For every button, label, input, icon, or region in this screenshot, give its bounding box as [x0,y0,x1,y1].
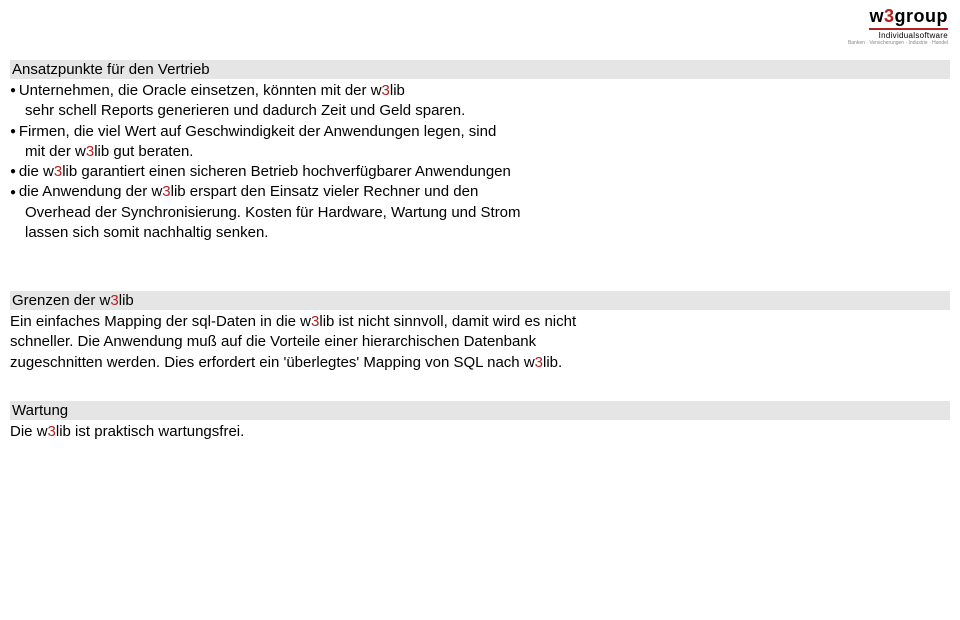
document-content: Ansatzpunkte für den Vertrieb Unternehme… [10,60,950,470]
w3lib-brand: w3lib [300,313,334,330]
w3lib-brand: w3lib [37,423,71,440]
text: Grenzen der [12,292,100,309]
logo-subtitle: Individualsoftware [848,31,948,40]
text: garantiert einen sicheren Betrieb hochve… [77,163,511,180]
text: die Anwendung der [19,183,152,200]
text: Unternehmen, die Oracle einsetzen, könnt… [19,82,371,99]
bullet-3: die w3lib garantiert einen sicheren Betr… [10,162,950,182]
bullet-4-cont2: lassen sich somit nachhaltig senken. [10,223,950,243]
text: mit der [25,143,75,160]
text: . [558,354,562,371]
text: zugeschnitten werden. Dies erfordert ein… [10,354,524,371]
paragraph-grenzen-2: schneller. Die Anwendung muß auf die Vor… [10,332,950,352]
w3lib-brand: w3lib [100,292,134,309]
bullet-1-cont: sehr schell Reports generieren und dadur… [10,101,950,121]
bullet-4: die Anwendung der w3lib erspart den Eins… [10,182,950,202]
text: gut beraten. [109,143,193,160]
logo-group: group [895,6,949,26]
brand-logo: w3group Individualsoftware Banken · Vers… [848,6,948,46]
logo-3: 3 [884,6,895,26]
w3lib-brand: w3lib [151,183,185,200]
bullet-4-cont1: Overhead der Synchronisierung. Kosten fü… [10,203,950,223]
section-grenzen: Grenzen der w3lib Ein einfaches Mapping … [10,291,950,373]
logo-w: w [869,6,884,26]
text: Die [10,423,37,440]
bullet-2-cont: mit der w3lib gut beraten. [10,142,950,162]
logo-tagline: Banken · Versicherungen · Industrie · Ha… [848,40,948,46]
section-wartung: Wartung Die w3lib ist praktisch wartungs… [10,401,950,442]
bullet-2: Firmen, die viel Wert auf Geschwindigkei… [10,122,950,142]
w3lib-brand: w3lib [75,143,109,160]
w3lib-brand: w3lib [524,354,558,371]
logo-main: w3group [869,6,948,30]
text: erspart den Einsatz vieler Rechner und d… [186,183,479,200]
bullet-1: Unternehmen, die Oracle einsetzen, könnt… [10,81,950,101]
heading-grenzen: Grenzen der w3lib [10,291,950,310]
w3lib-brand: w3lib [371,82,405,99]
heading-ansatzpunkte: Ansatzpunkte für den Vertrieb [10,60,950,79]
w3lib-brand: w3lib [43,163,77,180]
section-ansatzpunkte: Ansatzpunkte für den Vertrieb Unternehme… [10,60,950,243]
paragraph-grenzen-1: Ein einfaches Mapping der sql-Daten in d… [10,312,950,332]
paragraph-wartung: Die w3lib ist praktisch wartungsfrei. [10,422,950,442]
text: Ein einfaches Mapping der sql-Daten in d… [10,313,300,330]
text: ist praktisch wartungsfrei. [71,423,244,440]
paragraph-grenzen-3: zugeschnitten werden. Dies erfordert ein… [10,353,950,373]
text: Firmen, die viel Wert auf Geschwindigkei… [19,123,497,140]
text: die [19,163,43,180]
heading-wartung: Wartung [10,401,950,420]
text: ist nicht sinnvoll, damit wird es nicht [334,313,576,330]
